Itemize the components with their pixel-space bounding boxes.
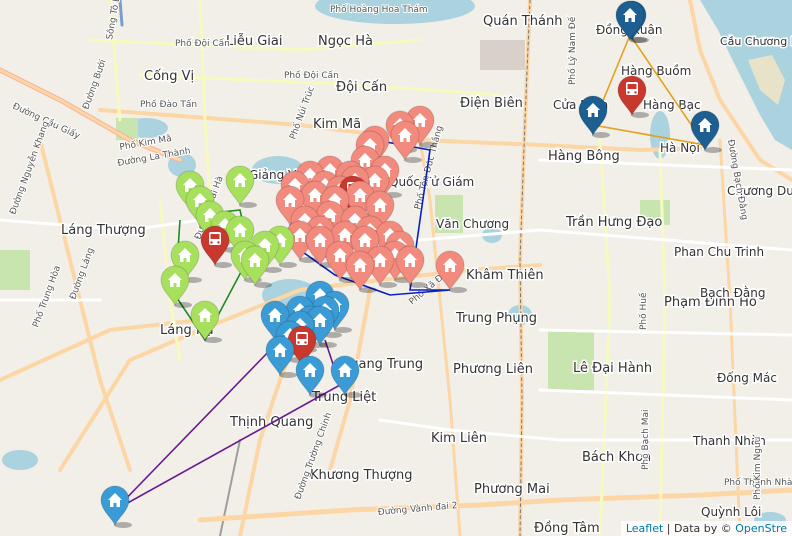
route-line-darkblue — [591, 34, 707, 147]
osm-link[interactable]: OpenStre — [735, 522, 787, 535]
map-view[interactable]: Quán Thánh Đồng Xuân Ngọc Hà Liễu Giai Cống … — [0, 0, 792, 536]
bus-icon — [626, 82, 638, 95]
map-attribution: Leaflet | Data by © OpenStre — [620, 521, 792, 536]
bus-marker[interactable] — [617, 75, 649, 118]
house-marker-darkblue[interactable] — [690, 110, 722, 153]
house-marker-darkblue[interactable] — [578, 95, 610, 138]
bus-icon — [209, 232, 221, 245]
marker-overlay[interactable] — [0, 0, 792, 536]
attribution-separator: | Data by © — [663, 522, 736, 535]
bus-icon — [296, 332, 308, 345]
markers[interactable] — [100, 0, 722, 528]
house-marker-green[interactable] — [225, 165, 257, 208]
house-marker-blue[interactable] — [295, 355, 327, 398]
house-marker-blue[interactable] — [330, 355, 362, 398]
leaflet-link[interactable]: Leaflet — [626, 522, 663, 535]
house-marker-green[interactable] — [190, 300, 222, 343]
house-marker-blue[interactable] — [100, 485, 132, 528]
house-marker-red[interactable] — [435, 250, 467, 293]
